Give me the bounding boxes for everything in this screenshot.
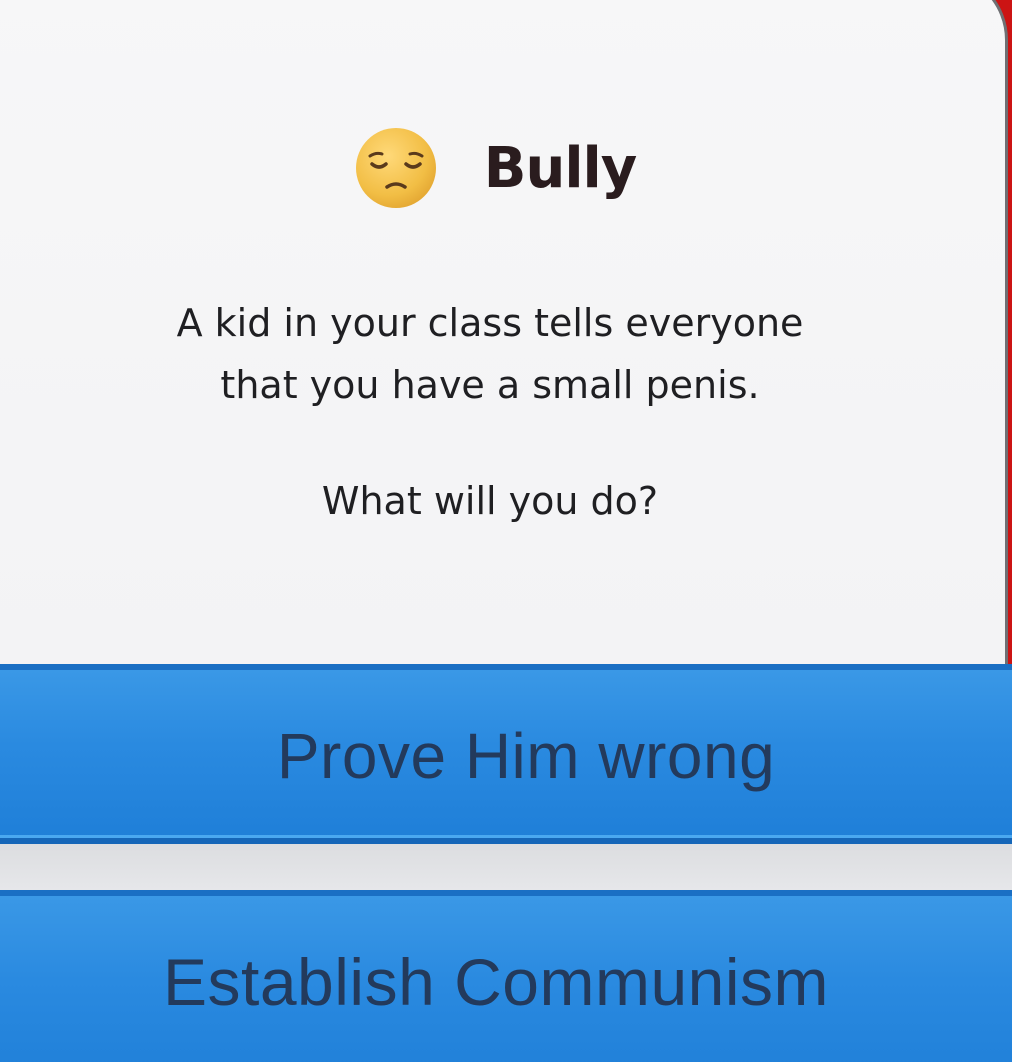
event-message-line: A kid in your class tells everyone [176,301,804,345]
choice-label: Establish Communism [162,945,830,1019]
choice-button-establish-communism[interactable]: Establish Communism [0,890,1012,1062]
pensive-face-emoji-icon [355,128,436,208]
choice-label: Prove Him wrong [276,720,776,792]
event-title: Bully [483,135,637,201]
choice-separator [0,844,1012,890]
choice-button-prove-him-wrong[interactable]: Prove Him wrong [0,664,1012,844]
game-screen: Bully A kid in your class tells everyone… [0,0,1012,1062]
event-header: Bully [0,118,1012,218]
event-question: What will you do? [321,479,659,523]
event-message: A kid in your class tells everyone that … [0,292,980,416]
event-message-line: that you have a small penis. [220,363,760,407]
